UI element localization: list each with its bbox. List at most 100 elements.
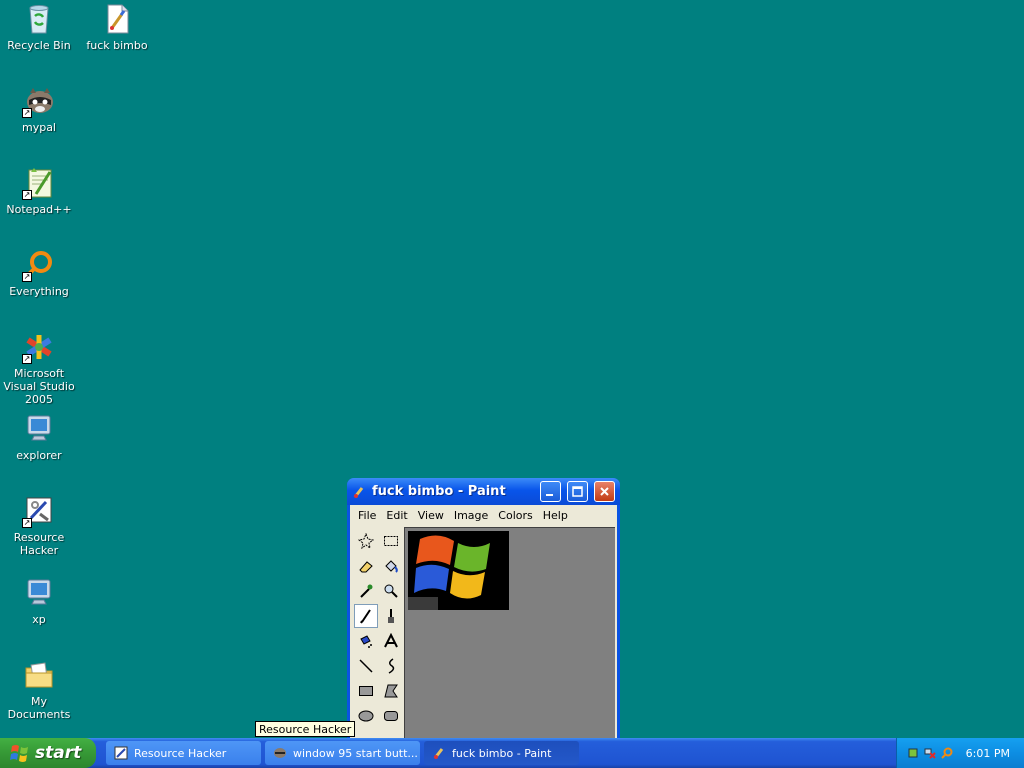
pencil-icon <box>360 609 371 624</box>
recycle-bin-icon <box>22 2 56 36</box>
menu-image[interactable]: Image <box>449 509 493 522</box>
close-button[interactable] <box>594 481 615 502</box>
icon-label: My Documents <box>7 695 71 721</box>
menu-help[interactable]: Help <box>538 509 573 522</box>
network-disconnected-icon[interactable] <box>924 747 936 759</box>
start-button[interactable]: start <box>0 738 96 768</box>
line-tool[interactable] <box>354 654 378 678</box>
everything-search-icon: ↗ <box>22 248 56 282</box>
desktop-icon-visual-studio-2005[interactable]: ↗ Microsoft Visual Studio 2005 <box>0 330 78 406</box>
paint-bucket-icon <box>385 560 398 573</box>
resource-hacker-icon <box>114 746 128 760</box>
shortcut-arrow-icon: ↗ <box>22 190 32 200</box>
rectangle-icon <box>359 686 373 696</box>
free-form-select-tool[interactable] <box>354 529 378 553</box>
text-tool[interactable] <box>379 629 403 653</box>
icon-label: explorer <box>16 449 62 462</box>
curve-tool[interactable] <box>379 654 403 678</box>
taskbar-button-resource-hacker[interactable]: Resource Hacker <box>106 741 261 765</box>
curve-icon <box>388 658 395 674</box>
icon-label: Notepad++ <box>6 203 72 216</box>
desktop-icon-my-documents[interactable]: My Documents <box>0 658 78 721</box>
polygon-icon <box>384 684 398 698</box>
airbrush-icon <box>360 635 372 648</box>
rectangle-select-tool[interactable] <box>379 529 403 553</box>
title-bar[interactable]: fuck bimbo - Paint <box>347 478 620 505</box>
magnifier-icon <box>384 584 398 598</box>
taskbar-buttons: Resource Hacker window 95 start butt... … <box>106 741 579 765</box>
brush-icon <box>388 609 394 623</box>
rounded-rectangle-icon <box>384 711 398 721</box>
start-label: start <box>35 743 82 763</box>
eraser-tool[interactable] <box>354 554 378 578</box>
raccoon-icon <box>274 748 286 758</box>
rectangle-select-icon <box>384 536 398 546</box>
desktop-icon-mypal[interactable]: ↗ mypal <box>0 84 78 134</box>
windows-flag-icon <box>10 745 28 762</box>
taskbar-button-paint[interactable]: fuck bimbo - Paint <box>424 741 579 765</box>
taskbar-button-label: Resource Hacker <box>134 746 227 760</box>
ellipse-icon <box>358 710 374 722</box>
taskbar: start Resource Hacker window 95 start bu… <box>0 738 1024 768</box>
fill-tool[interactable] <box>379 554 403 578</box>
pencil-tool[interactable] <box>354 604 378 628</box>
eyedropper-icon <box>360 584 373 598</box>
desktop-icon-xp[interactable]: xp <box>0 576 78 626</box>
tool-box <box>350 525 404 740</box>
resource-hacker-icon: ↗ <box>22 494 56 528</box>
paint-app-icon <box>352 485 366 499</box>
taskbar-button-label: fuck bimbo - Paint <box>452 746 552 760</box>
search-icon[interactable] <box>941 747 953 759</box>
icon-label: mypal <box>21 121 56 134</box>
safely-remove-hardware-icon[interactable] <box>907 747 919 759</box>
minimize-icon <box>546 494 553 496</box>
magnifier-tool[interactable] <box>379 579 403 603</box>
maximize-button[interactable] <box>567 481 588 502</box>
maximize-icon <box>572 486 583 497</box>
desktop-icon-fuck-bimbo[interactable]: fuck bimbo <box>78 2 156 52</box>
desktop-icon-explorer[interactable]: explorer <box>0 412 78 462</box>
clock[interactable]: 6:01 PM <box>966 747 1010 760</box>
menu-colors[interactable]: Colors <box>493 509 537 522</box>
system-tray: 6:01 PM <box>896 738 1024 768</box>
minimize-button[interactable] <box>540 481 561 502</box>
color-picker-tool[interactable] <box>354 579 378 603</box>
desktop-icon-notepad-plus-plus[interactable]: ↗ Notepad++ <box>0 166 78 216</box>
shortcut-arrow-icon: ↗ <box>22 518 32 528</box>
menu-edit[interactable]: Edit <box>381 509 412 522</box>
icon-label: Recycle Bin <box>7 39 71 52</box>
canvas-image[interactable] <box>408 531 509 610</box>
menu-view[interactable]: View <box>413 509 449 522</box>
desktop-icon-everything[interactable]: ↗ Everything <box>0 248 78 298</box>
window-title: fuck bimbo - Paint <box>372 484 506 499</box>
taskbar-button-label: window 95 start butt... <box>293 746 418 760</box>
icon-label: Resource Hacker <box>13 531 65 557</box>
close-icon <box>600 487 609 496</box>
taskbar-button-window-95-start[interactable]: window 95 start butt... <box>265 741 420 765</box>
menu-bar: File Edit View Image Colors Help <box>350 505 617 525</box>
polygon-tool[interactable] <box>379 679 403 703</box>
shortcut-arrow-icon: ↗ <box>22 272 32 282</box>
menu-file[interactable]: File <box>353 509 381 522</box>
shortcut-arrow-icon: ↗ <box>22 354 32 364</box>
ellipse-tool[interactable] <box>354 704 378 728</box>
tooltip: Resource Hacker <box>255 721 356 737</box>
icon-label: fuck bimbo <box>86 39 148 52</box>
paint-window[interactable]: fuck bimbo - Paint File Edit View Image … <box>347 478 620 740</box>
desktop-icon-recycle-bin[interactable]: Recycle Bin <box>0 2 78 52</box>
folder-icon <box>22 658 56 692</box>
windows-logo-icon <box>408 531 509 610</box>
canvas-area[interactable] <box>404 527 615 740</box>
notepad-plus-plus-icon: ↗ <box>22 166 56 200</box>
icon-label: Microsoft Visual Studio 2005 <box>3 367 75 406</box>
visual-studio-icon: ↗ <box>22 330 56 364</box>
rounded-rectangle-tool[interactable] <box>379 704 403 728</box>
paint-client-area <box>350 525 617 740</box>
brush-tool[interactable] <box>379 604 403 628</box>
free-form-select-icon <box>358 533 374 549</box>
text-icon <box>384 633 398 648</box>
airbrush-tool[interactable] <box>354 629 378 653</box>
computer-icon <box>22 412 56 446</box>
rectangle-tool[interactable] <box>354 679 378 703</box>
desktop-icon-resource-hacker[interactable]: ↗ Resource Hacker <box>0 494 78 557</box>
